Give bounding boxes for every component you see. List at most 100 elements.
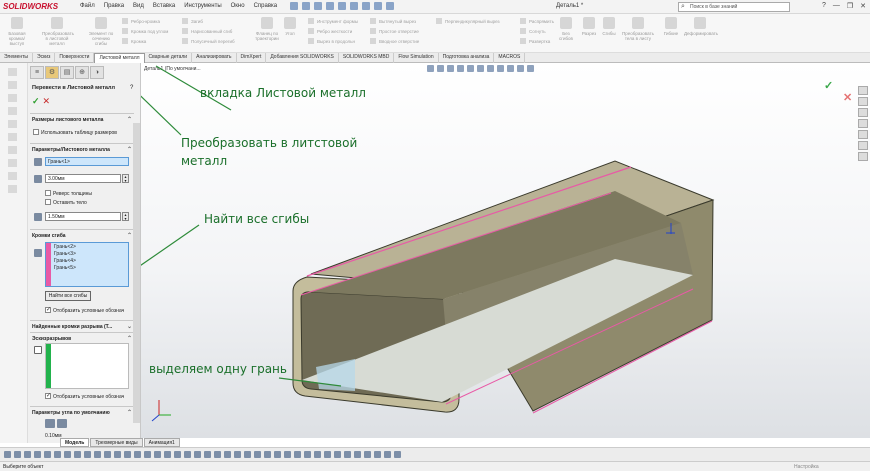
toolbar-icon[interactable] — [14, 451, 21, 458]
toolbar-icon[interactable] — [384, 451, 391, 458]
tab-3d-views[interactable]: Трехмерные виды — [90, 438, 143, 447]
toolbar-icon[interactable] — [344, 451, 351, 458]
forming-tool-command[interactable]: Инструмент формы — [308, 17, 358, 27]
tab-dimxpert[interactable]: DimXpert — [237, 53, 267, 63]
insert-bends-button[interactable]: Сгибы — [600, 17, 618, 36]
toolbar-icon[interactable] — [314, 451, 321, 458]
rip-sketch-list[interactable] — [45, 343, 129, 389]
tab-sheet-metal[interactable]: Листовой металл — [94, 53, 145, 63]
toolbar-icon[interactable] — [34, 451, 41, 458]
default-corner-group-header[interactable]: Параметры угла по умолчанию ⌃ — [30, 406, 134, 416]
tab-model[interactable]: Модель — [60, 438, 90, 447]
toolbar-icon[interactable] — [54, 451, 61, 458]
select-icon[interactable] — [362, 2, 370, 10]
configuration-tab-icon[interactable]: ▤ — [60, 66, 74, 79]
deform-button[interactable]: Деформировать — [684, 17, 718, 36]
expand-icon[interactable]: ⌄ — [127, 323, 132, 330]
toolbar-icon[interactable] — [8, 107, 17, 115]
maximize-button[interactable]: ❐ — [847, 2, 853, 10]
property-manager-tab-icon[interactable]: ⚙ — [45, 66, 59, 79]
swept-flange-button[interactable]: Фланец по траектории — [252, 17, 282, 41]
simple-hole-command[interactable]: Простое отверстие — [370, 27, 419, 37]
toolbar-icon[interactable] — [104, 451, 111, 458]
collapse-icon[interactable]: ⌃ — [127, 335, 132, 342]
tab-animation[interactable]: Анимация1 — [143, 438, 180, 447]
collapse-icon[interactable]: ⌃ — [127, 146, 132, 153]
toolbar-icon[interactable] — [134, 451, 141, 458]
part-model[interactable] — [141, 63, 870, 438]
toolbar-icon[interactable] — [8, 185, 17, 193]
checkbox-box[interactable] — [33, 129, 39, 135]
toolbar-icon[interactable] — [184, 451, 191, 458]
toolbar-icon[interactable] — [24, 451, 31, 458]
collapse-icon[interactable]: ⌃ — [127, 116, 132, 123]
toolbar-icon[interactable] — [84, 451, 91, 458]
list-item[interactable]: Грань<4> — [54, 258, 125, 265]
toolbar-icon[interactable] — [234, 451, 241, 458]
params-group-header[interactable]: Параметры/Листового металла ⌃ — [30, 143, 134, 153]
flatten-command[interactable]: Развертка — [520, 37, 554, 47]
fold-command[interactable]: Согнуть — [520, 27, 554, 37]
checkbox-box[interactable] — [45, 392, 51, 399]
toolbar-icon[interactable] — [304, 451, 311, 458]
rip-sketch-group-header[interactable]: Эскизразрывов ⌃ — [30, 332, 134, 342]
no-bends-button[interactable]: Без сгибов — [556, 17, 576, 41]
checkbox-box[interactable] — [45, 199, 51, 205]
rebuild-icon[interactable] — [374, 2, 382, 10]
open-file-icon[interactable] — [314, 2, 322, 10]
tab-macros[interactable]: MACROS — [494, 53, 526, 63]
base-flange-button[interactable]: Базовая кромка/выступ — [2, 17, 32, 46]
forum-icon[interactable] — [858, 152, 868, 161]
toolbar-icon[interactable] — [144, 451, 151, 458]
show-callouts-checkbox-2[interactable]: Отобразить условные обознач — [45, 392, 124, 400]
tab-weldments[interactable]: Сварные детали — [145, 53, 193, 63]
toolbar-icon[interactable] — [374, 451, 381, 458]
dimxpert-tab-icon[interactable]: ⊕ — [75, 66, 89, 79]
file-explorer-icon[interactable] — [858, 108, 868, 117]
toolbar-icon[interactable] — [8, 133, 17, 141]
menu-file[interactable]: Файл — [80, 3, 95, 9]
menu-help[interactable]: Справка — [254, 3, 278, 9]
toolbar-icon[interactable] — [164, 451, 171, 458]
extruded-cut-command[interactable]: Вытянутый вырез — [370, 17, 419, 27]
print-icon[interactable] — [338, 2, 346, 10]
list-item[interactable]: Грань<5> — [54, 265, 125, 272]
corner-type-icon[interactable] — [45, 419, 55, 428]
toolbar-icon[interactable] — [324, 451, 331, 458]
keep-body-checkbox[interactable]: Оставить тело — [45, 199, 87, 206]
toolbar-icon[interactable] — [8, 172, 17, 180]
cross-break-command[interactable]: Полусечный перегиб — [182, 37, 235, 47]
design-library-icon[interactable] — [858, 97, 868, 106]
thickness-input[interactable]: 3.00мм — [45, 174, 121, 183]
tab-sketch[interactable]: Эскиз — [33, 53, 56, 63]
flex-button[interactable]: Гибкие — [660, 17, 682, 36]
tab-surfaces[interactable]: Поверхности — [55, 53, 95, 63]
tab-analysis-prep[interactable]: Подготовка анализа — [439, 53, 495, 63]
resources-icon[interactable] — [858, 86, 868, 95]
miter-flange-command[interactable]: Кромка под углом — [122, 27, 168, 37]
checkbox-box[interactable] — [45, 306, 51, 313]
toolbar-icon[interactable] — [8, 68, 17, 76]
toolbar-icon[interactable] — [394, 451, 401, 458]
tab-addins[interactable]: Добавления SOLIDWORKS — [266, 53, 339, 63]
toolbar-icon[interactable] — [334, 451, 341, 458]
show-callouts-checkbox-1[interactable]: Отобразить условные обознач — [45, 306, 124, 314]
toolbar-icon[interactable] — [364, 451, 371, 458]
bend-radius-input[interactable]: 1.50мм — [45, 212, 121, 221]
normal-cut-command[interactable]: Перпендикулярный вырез — [436, 17, 500, 27]
toolbar-icon[interactable] — [154, 451, 161, 458]
convert-body-button[interactable]: Преобразовать тела в листу — [620, 17, 656, 41]
fixed-face-field[interactable]: Грань<1> — [45, 157, 129, 166]
toolbar-icon[interactable] — [214, 451, 221, 458]
toolbar-icon[interactable] — [4, 451, 11, 458]
toolbar-icon[interactable] — [8, 81, 17, 89]
custom-properties-icon[interactable] — [858, 141, 868, 150]
toolbar-icon[interactable] — [74, 451, 81, 458]
tab-features[interactable]: Элементы — [0, 53, 33, 63]
cancel-button[interactable]: ✕ — [43, 96, 51, 106]
display-tab-icon[interactable]: ◑ — [90, 66, 104, 79]
save-icon[interactable] — [326, 2, 334, 10]
toolbar-icon[interactable] — [8, 146, 17, 154]
tab-evaluate[interactable]: Анализировать — [192, 53, 237, 63]
feature-tree-tab-icon[interactable]: ≡ — [30, 66, 44, 79]
